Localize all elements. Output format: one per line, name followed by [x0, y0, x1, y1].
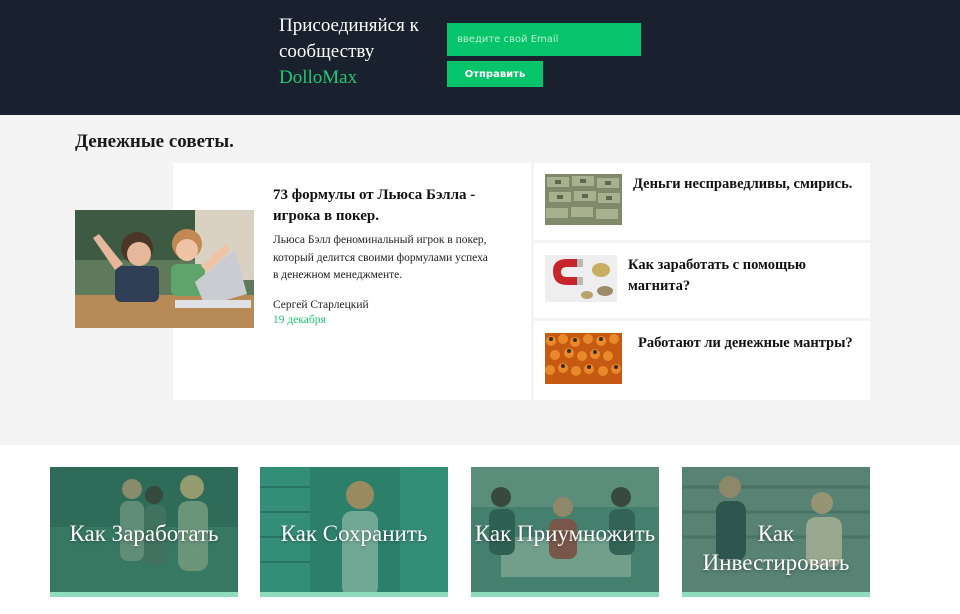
article-author[interactable]: Сергей Старлецкий: [273, 299, 493, 311]
section-heading: Денежные советы.: [75, 131, 234, 152]
side-article-2[interactable]: Как заработать с помощью магнита?: [534, 243, 870, 318]
category-label: Как Заработать: [69, 521, 219, 546]
tile-accent-bar: [682, 592, 870, 597]
side-article-1[interactable]: Деньги несправедливы, смирись.: [534, 163, 870, 240]
featured-article-title[interactable]: 73 формулы от Льюса Бэлла - игрока в пок…: [273, 185, 493, 227]
side-article-title[interactable]: Работают ли денежные мантры?: [638, 333, 863, 354]
side-article-title[interactable]: Деньги несправедливы, смирись.: [633, 174, 853, 195]
category-label: Как Инвестировать: [702, 521, 850, 575]
category-label: Как Сохранить: [280, 521, 428, 546]
email-input[interactable]: [447, 23, 641, 56]
category-tile-invest[interactable]: Как Инвестировать: [682, 467, 870, 597]
money-tips-section: Денежные советы. 73 формулы от Льюса Бэл…: [0, 115, 960, 445]
tile-accent-bar: [260, 592, 448, 597]
crowd-mantra-image: [545, 333, 622, 384]
category-tile-save[interactable]: Как Сохранить: [260, 467, 448, 597]
category-tile-earn[interactable]: Как Заработать: [50, 467, 238, 597]
featured-article-body: 73 формулы от Льюса Бэлла - игрока в пок…: [273, 185, 493, 326]
tile-accent-bar: [50, 592, 238, 597]
article-date: 19 декабря: [273, 313, 326, 326]
magnet-coins-image: [545, 255, 617, 302]
category-tile-multiply[interactable]: Как Приумножить: [471, 467, 659, 597]
side-article-title[interactable]: Как заработать с помощью магнита?: [628, 255, 853, 297]
brand-name: DolloMax: [279, 67, 358, 88]
money-stack-image: [545, 174, 622, 225]
subscribe-title-text: Присоединяйся к сообществу: [279, 15, 419, 62]
featured-article-excerpt: Льюса Бэлл феноминальный игрок в покер, …: [273, 234, 488, 281]
subscribe-title: Присоединяйся к сообществу DolloMax: [279, 13, 449, 91]
subscribe-banner: Присоединяйся к сообществу DolloMax Отпр…: [0, 0, 960, 115]
side-article-3[interactable]: Работают ли денежные мантры?: [534, 321, 870, 400]
tile-accent-bar: [471, 592, 659, 597]
category-label: Как Приумножить: [474, 521, 656, 546]
submit-button[interactable]: Отправить: [447, 61, 543, 87]
featured-article-image[interactable]: [75, 210, 254, 328]
